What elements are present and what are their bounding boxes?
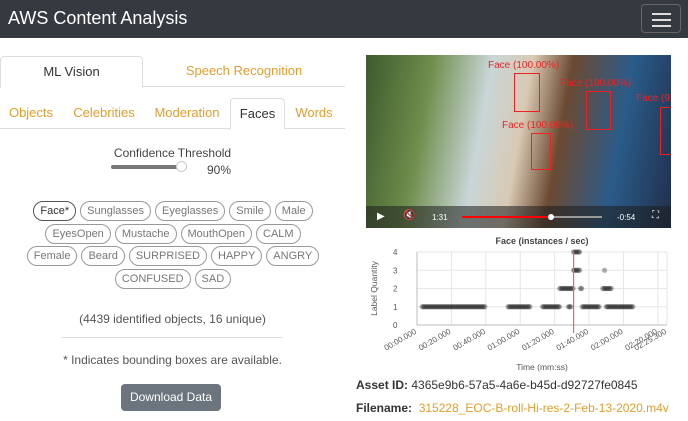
app-title: AWS Content Analysis [8, 8, 188, 28]
y-tick-label: 2 [393, 285, 398, 294]
navbar: AWS Content Analysis [0, 0, 688, 38]
label-chip[interactable]: CONFUSED [114, 268, 191, 289]
filename-link[interactable]: 315228_EOC-B-roll-Hi-res-2-Feb-13-2020.m… [419, 401, 669, 415]
x-tick-label: 00:00.000 [383, 327, 419, 353]
data-point [596, 304, 602, 310]
divider [62, 337, 282, 338]
confidence-value: 90% [207, 163, 232, 177]
data-point [527, 304, 533, 310]
data-point [482, 304, 488, 310]
y-tick-label: 3 [393, 266, 398, 275]
label-chip[interactable]: Sunglasses [80, 201, 151, 221]
label-chip[interactable]: ANGRY [266, 246, 320, 266]
video-player[interactable]: Face (100.00%) Face (100.00%) Face (100.… [366, 55, 671, 228]
video-controls: ▶ 🔇 1:31 -0:54 ⛶ [366, 206, 671, 228]
x-tick-label: 02:00.000 [589, 327, 625, 353]
mute-icon[interactable]: 🔇 [403, 210, 415, 221]
x-tick-label: 01:20.000 [520, 327, 556, 353]
asset-id: 4365e9b6-57a5-4a6e-b45d-d92727fe0845 [411, 378, 638, 392]
tab-moderation[interactable]: Moderation [146, 98, 228, 128]
face-chart: Face (instances / sec) 0 1 2 3 4 00:00.000 00:2… [369, 236, 668, 372]
secondary-tabs: Objects Celebrities Moderation Faces Wor… [0, 98, 345, 130]
download-data-button[interactable]: Download Data [121, 384, 221, 411]
slider-handle[interactable] [176, 161, 187, 172]
tab-words[interactable]: Words [287, 98, 341, 128]
bbox-label: Face (100.00%) [560, 78, 632, 89]
bbox-label: Face (100.00%) [488, 60, 560, 71]
x-tick-label: 00:40.000 [451, 327, 487, 353]
label-chip[interactable]: Male [274, 201, 313, 221]
remaining-time: -0:54 [617, 213, 636, 222]
label-chip[interactable]: HAPPY [211, 246, 263, 266]
filename-row: Filename: 315228_EOC-B-roll-Hi-res-2-Feb… [356, 401, 669, 415]
label-chip[interactable]: Eyeglasses [155, 201, 226, 221]
bbox-label: Face (9 [636, 93, 670, 104]
confidence-slider[interactable] [111, 161, 187, 172]
fullscreen-icon[interactable]: ⛶ [652, 210, 659, 221]
seek-bar[interactable] [462, 214, 602, 220]
data-point [579, 285, 585, 292]
x-tick-label: 00:20.000 [417, 327, 453, 353]
tab-speech-recognition[interactable]: Speech Recognition [143, 56, 345, 86]
asset-id-label: Asset ID: [356, 378, 409, 392]
y-tick-label: 1 [393, 303, 398, 312]
data-point [576, 249, 583, 255]
x-tick-label: 01:40.000 [555, 327, 591, 353]
data-point [630, 304, 636, 310]
y-tick-label: 4 [393, 248, 398, 257]
label-chip[interactable]: SAD [194, 268, 232, 289]
asset-id-row: Asset ID: 4365e9b6-57a5-4a6e-b45d-d92727… [356, 378, 638, 392]
label-chips: Face* Sunglasses Eyeglasses Smile Male EyesOp… [18, 199, 328, 289]
confidence-label: Confidence Threshold [113, 146, 232, 160]
label-chip[interactable]: Female [26, 246, 78, 266]
label-chip[interactable]: Beard [81, 246, 125, 266]
play-icon[interactable]: ▶ [377, 211, 385, 222]
data-point [556, 304, 563, 310]
chart-title: Face (instances / sec) [495, 236, 588, 246]
current-time: 1:31 [432, 213, 448, 222]
label-chip[interactable]: MouthOpen [180, 223, 252, 244]
tab-objects[interactable]: Objects [0, 98, 62, 128]
bbox-label: Face (100.00%) [502, 120, 574, 131]
summary-text: (4439 identified objects, 16 unique) [79, 312, 266, 326]
data-point [568, 304, 574, 310]
primary-tabs: ML Vision Speech Recognition [0, 56, 345, 88]
filename-label: Filename: [356, 401, 413, 415]
label-chip[interactable]: CALM [256, 223, 301, 244]
x-axis-label: Time (mm:ss) [516, 362, 568, 372]
label-chip[interactable]: EyesOpen [45, 223, 111, 244]
x-tick-label: 01:00.000 [486, 327, 522, 353]
label-chip[interactable]: Mustache [114, 223, 177, 244]
seek-handle[interactable] [548, 214, 554, 220]
data-point [608, 285, 614, 292]
tab-faces[interactable]: Faces [230, 98, 285, 130]
label-chip[interactable]: Face* [33, 201, 77, 221]
tab-ml-vision[interactable]: ML Vision [0, 56, 143, 88]
y-axis-label: Label Quantity [369, 260, 379, 316]
tab-celebrities[interactable]: Celebrities [66, 98, 142, 128]
label-chip[interactable]: Smile [229, 201, 271, 221]
y-tick-label: 0 [393, 321, 398, 330]
label-chip[interactable]: SURPRISED [128, 246, 207, 266]
bounding-box-note: * Indicates bounding boxes are available… [63, 353, 282, 367]
menu-toggle-button[interactable] [641, 4, 681, 33]
data-point [576, 267, 583, 273]
data-point [601, 267, 608, 273]
